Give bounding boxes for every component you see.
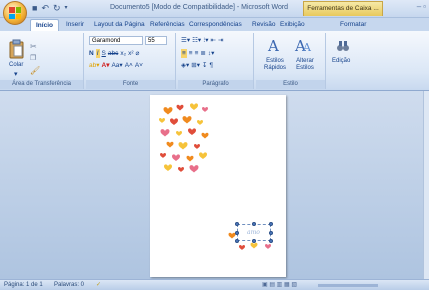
subscript-icon[interactable]: x₂ (120, 49, 126, 58)
resize-handle-tr[interactable] (269, 222, 273, 226)
tab-revisao[interactable]: Revisão (252, 19, 275, 31)
editing-button[interactable]: Edição (332, 58, 350, 64)
textbox-text: amo (247, 229, 260, 236)
underline-icon[interactable]: S (102, 49, 106, 58)
styles-group: A A A Estilos Rápidos Alterar Estilos Es… (256, 33, 326, 89)
document-page[interactable]: amo (150, 95, 286, 277)
page-count[interactable]: Página: 1 de 1 (4, 281, 43, 290)
line-spacing-icon[interactable]: ↕▾ (208, 49, 215, 58)
increase-indent-icon[interactable]: ⇥ (218, 36, 223, 45)
justify-icon[interactable]: ≣ (200, 49, 205, 58)
resize-handle-br[interactable] (269, 239, 273, 243)
resize-handle-tc[interactable] (252, 222, 256, 226)
tab-formatar[interactable]: Formatar (340, 19, 366, 31)
change-styles-icon[interactable]: A A (294, 37, 314, 53)
shading-row: ◈▾ ⊞▾ ↧ ¶ (181, 61, 213, 70)
numbering-icon[interactable]: ☷▾ (192, 36, 201, 45)
shading-icon[interactable]: ◈▾ (181, 61, 189, 70)
ribbon: Colar ▾ ✂ ❐ 🖌 Área de Transferência Gara… (0, 31, 429, 91)
highlight-icon[interactable]: ab▾ (89, 61, 100, 70)
tab-inserir[interactable]: Inserir (66, 19, 84, 31)
clear-format-icon[interactable]: ⌀ (136, 49, 140, 58)
font-format-row: N I S abc x₂ x² ⌀ (89, 49, 139, 58)
paragraph-group: ☰▾ ☷▾ ⁝▾ ⇤ ⇥ ≡ ≡ ≡ ≣ ↕▾ ◈▾ ⊞▾ ↧ ¶ Parágr… (178, 33, 254, 89)
font-color-icon[interactable]: A▾ (102, 61, 110, 70)
paste-icon[interactable] (9, 39, 25, 59)
qat-dropdown-icon[interactable]: ▾ (65, 3, 68, 14)
heart-cluster-top (159, 103, 209, 173)
textbox-tools-tab[interactable]: Ferramentas de Caixa ... (303, 1, 383, 16)
styles-group-label: Estilo (256, 80, 325, 89)
vertical-scrollbar[interactable] (423, 91, 429, 279)
change-styles-button[interactable]: Alterar Estilos (290, 58, 320, 72)
clipboard-group: Colar ▾ ✂ ❐ 🖌 Área de Transferência (0, 33, 84, 89)
window-controls: – ▫ (417, 2, 426, 11)
ribbon-tabs: Início Inserir Layout da Página Referênc… (0, 18, 429, 31)
tab-layout[interactable]: Layout da Página (94, 19, 145, 31)
resize-handle-bl[interactable] (235, 239, 239, 243)
tab-referencias[interactable]: Referências (150, 19, 185, 31)
clipboard-group-label: Área de Transferência (0, 80, 83, 89)
borders-icon[interactable]: ⊞▾ (191, 61, 200, 70)
quick-styles-button[interactable]: Estilos Rápidos (262, 58, 288, 72)
status-bar: Página: 1 de 1 Palavras: 0 ✓ ▣ ▤ ▥ ▦ ▧ (0, 279, 429, 290)
align-row: ≡ ≡ ≡ ≣ ↕▾ (181, 49, 214, 58)
font-name-combo[interactable]: Garamond (89, 36, 143, 45)
title-bar: ■ ↶ ↻ ▾ Documento5 [Modo de Compatibilid… (0, 0, 429, 25)
align-left-icon[interactable]: ≡ (181, 49, 187, 58)
shrink-font-icon[interactable]: A˅ (135, 61, 143, 70)
resize-handle-tl[interactable] (235, 222, 239, 226)
document-work-area: amo (0, 91, 429, 279)
save-icon[interactable]: ■ (32, 3, 37, 14)
italic-icon[interactable]: I (95, 49, 100, 58)
show-marks-icon[interactable]: ¶ (209, 61, 213, 70)
superscript-icon[interactable]: x² (128, 49, 133, 58)
maximize-icon[interactable]: ▫ (423, 2, 426, 11)
font-group-label: Fonte (86, 80, 175, 89)
cut-icon[interactable]: ✂ (30, 42, 37, 51)
change-case-icon[interactable]: Aa▾ (111, 61, 122, 70)
grow-font-icon[interactable]: A˄ (125, 61, 133, 70)
paste-button[interactable]: Colar (9, 62, 23, 68)
redo-icon[interactable]: ↻ (53, 3, 61, 14)
font-group: Garamond 55 N I S abc x₂ x² ⌀ ab▾ A▾ Aa▾… (86, 33, 176, 89)
resize-handle-mr[interactable] (269, 231, 273, 235)
align-center-icon[interactable]: ≡ (189, 49, 193, 58)
align-right-icon[interactable]: ≡ (195, 49, 199, 58)
editing-group: Edição (328, 33, 358, 89)
svg-text:A: A (302, 41, 312, 53)
proofing-icon[interactable]: ✓ (96, 281, 101, 290)
svg-text:A: A (267, 37, 279, 53)
tab-inicio[interactable]: Início (30, 19, 59, 31)
tab-exibicao[interactable]: Exibição (280, 19, 305, 31)
window-title: Documento5 [Modo de Compatibilidade] - M… (110, 4, 289, 11)
minimize-icon[interactable]: – (417, 2, 421, 11)
sort-icon[interactable]: ↧ (202, 61, 207, 70)
bullets-icon[interactable]: ☰▾ (181, 36, 190, 45)
strikethrough-icon[interactable]: abc (108, 49, 118, 58)
font-color-row: ab▾ A▾ Aa▾ A˄ A˅ (89, 61, 143, 70)
office-logo-icon (9, 7, 21, 19)
hearts-artwork (159, 103, 271, 250)
font-size-combo[interactable]: 55 (145, 36, 167, 45)
zoom-slider[interactable] (318, 284, 378, 287)
office-button[interactable] (3, 1, 27, 25)
multilevel-icon[interactable]: ⁝▾ (203, 36, 208, 45)
tab-correspondencias[interactable]: Correspondências (189, 19, 242, 31)
copy-icon[interactable]: ❐ (30, 54, 36, 62)
word-count[interactable]: Palavras: 0 (54, 281, 84, 290)
paragraph-group-label: Parágrafo (178, 80, 253, 89)
quick-styles-icon[interactable]: A (266, 37, 284, 53)
quick-access-toolbar: ■ ↶ ↻ ▾ (32, 3, 68, 14)
paste-dropdown-icon[interactable]: ▾ (14, 70, 18, 78)
decrease-indent-icon[interactable]: ⇤ (211, 36, 216, 45)
format-painter-icon[interactable]: 🖌 (30, 66, 40, 75)
view-buttons[interactable]: ▣ ▤ ▥ ▦ ▧ (262, 281, 297, 290)
binoculars-icon[interactable] (336, 39, 350, 53)
resize-handle-ml[interactable] (235, 231, 239, 235)
undo-icon[interactable]: ↶ (41, 3, 49, 14)
bold-icon[interactable]: N (89, 49, 94, 58)
resize-handle-bc[interactable] (252, 239, 256, 243)
list-row: ☰▾ ☷▾ ⁝▾ ⇤ ⇥ (181, 36, 223, 45)
